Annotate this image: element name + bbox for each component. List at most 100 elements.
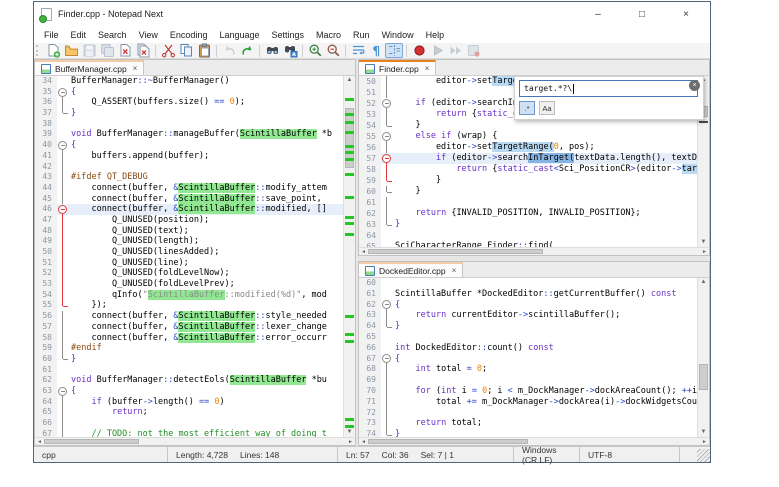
line-number[interactable]: 58	[35, 333, 57, 344]
replace-button[interactable]	[281, 43, 299, 58]
code-line[interactable]: 63{	[35, 386, 343, 397]
horizontal-scrollbar[interactable]: ◄ ►	[359, 247, 709, 255]
line-number[interactable]: 62	[359, 208, 381, 219]
scroll-down-icon[interactable]: ▼	[698, 238, 709, 247]
code-line[interactable]: 64}	[359, 321, 697, 332]
scrollbar-thumb[interactable]	[368, 439, 528, 444]
cut-button[interactable]	[159, 43, 177, 58]
line-number[interactable]: 62	[359, 300, 381, 311]
line-number[interactable]: 57	[359, 153, 381, 164]
line-number[interactable]: 56	[359, 142, 381, 153]
menu-file[interactable]: File	[38, 28, 65, 42]
status-document-info[interactable]: Length: 4,728 Lines: 148	[167, 447, 337, 462]
line-number[interactable]: 36	[35, 97, 57, 108]
line-number[interactable]: 54	[35, 290, 57, 301]
code-editor[interactable]: 34BufferManager::~BufferManager()35{36 Q…	[35, 76, 355, 437]
line-number[interactable]: 64	[35, 397, 57, 408]
code-line[interactable]: 49 Q_UNUSED(length);	[35, 236, 343, 247]
code-line[interactable]: 63 return currentEditor->scintillaBuffer…	[359, 310, 697, 321]
line-number[interactable]: 65	[35, 407, 57, 418]
line-number[interactable]: 65	[359, 332, 381, 343]
code-line[interactable]: 56 editor->setTargetRange(0, pos);	[359, 142, 697, 153]
code-line[interactable]: 62{	[359, 300, 697, 311]
open-file-button[interactable]	[62, 43, 80, 58]
line-number[interactable]: 55	[35, 300, 57, 311]
line-number[interactable]: 45	[35, 194, 57, 205]
menu-search[interactable]: Search	[92, 28, 133, 42]
zoom-out-button[interactable]	[324, 43, 342, 58]
code-line[interactable]: 51 Q_UNUSED(line);	[35, 258, 343, 269]
vertical-scrollbar[interactable]: ▲ ▼	[343, 76, 355, 437]
tab-close-icon[interactable]: ×	[452, 266, 457, 275]
code-line[interactable]: 59#endif	[35, 343, 343, 354]
code-editor[interactable]: 50 editor->setTargetRange5152 if (editor…	[359, 76, 709, 247]
menu-edit[interactable]: Edit	[65, 28, 93, 42]
line-number[interactable]: 58	[359, 164, 381, 175]
line-number[interactable]: 66	[359, 343, 381, 354]
line-number[interactable]: 70	[359, 386, 381, 397]
code-line[interactable]: 36 Q_ASSERT(buffers.size() == 0);	[35, 97, 343, 108]
record-macro-button[interactable]	[410, 43, 428, 58]
line-number[interactable]: 63	[359, 219, 381, 230]
line-number[interactable]: 66	[35, 418, 57, 429]
menu-run[interactable]: Run	[347, 28, 376, 42]
line-number[interactable]: 39	[35, 129, 57, 140]
line-number[interactable]: 38	[35, 119, 57, 130]
line-number[interactable]: 41	[35, 151, 57, 162]
line-number[interactable]: 43	[35, 172, 57, 183]
code-line[interactable]: 60 }	[359, 186, 697, 197]
scroll-right-icon[interactable]: ►	[346, 438, 355, 446]
code-line[interactable]: 60}	[35, 354, 343, 365]
paste-button[interactable]	[195, 43, 213, 58]
line-number[interactable]: 53	[359, 109, 381, 120]
code-line[interactable]: 62void BufferManager::detectEols(Scintil…	[35, 375, 343, 386]
fold-marker-icon[interactable]	[381, 153, 393, 164]
code-line[interactable]: 34BufferManager::~BufferManager()	[35, 76, 343, 87]
code-line[interactable]: 62 return {INVALID_POSITION, INVALID_POS…	[359, 208, 697, 219]
line-number[interactable]: 42	[35, 162, 57, 173]
menu-macro[interactable]: Macro	[310, 28, 347, 42]
status-eol-format[interactable]: Windows (CR LF)	[513, 447, 579, 462]
line-number[interactable]: 64	[359, 230, 381, 241]
code-line[interactable]: 44 connect(buffer, &ScintillaBuffer::mod…	[35, 183, 343, 194]
code-line[interactable]: 60	[359, 278, 697, 289]
code-line[interactable]: 47 Q_UNUSED(position);	[35, 215, 343, 226]
regex-toggle-button[interactable]: .*	[519, 101, 535, 115]
clear-search-icon[interactable]: ×	[689, 80, 700, 91]
code-line[interactable]: 74}	[359, 429, 697, 437]
line-number[interactable]: 52	[359, 98, 381, 109]
fold-marker-icon[interactable]	[381, 300, 393, 311]
fold-marker-icon[interactable]	[381, 354, 393, 365]
scroll-down-icon[interactable]: ▼	[344, 428, 355, 437]
code-line[interactable]: 40{	[35, 140, 343, 151]
fold-marker-icon[interactable]	[57, 386, 69, 397]
new-file-button[interactable]	[44, 43, 62, 58]
code-line[interactable]: 59 }	[359, 175, 697, 186]
code-line[interactable]: 38	[35, 119, 343, 130]
horizontal-scrollbar[interactable]: ◄ ►	[35, 437, 355, 445]
line-number[interactable]: 34	[35, 76, 57, 87]
search-input[interactable]: target.*?\	[519, 80, 698, 97]
line-number[interactable]: 69	[359, 375, 381, 386]
line-number[interactable]: 62	[35, 375, 57, 386]
fold-marker-icon[interactable]	[57, 87, 69, 98]
code-line[interactable]: 67{	[359, 354, 697, 365]
code-line[interactable]: 39void BufferManager::manageBuffer(Scint…	[35, 129, 343, 140]
vertical-scrollbar[interactable]: ▲ ▼	[697, 278, 709, 437]
code-line[interactable]: 68 int total = 0;	[359, 364, 697, 375]
scroll-down-icon[interactable]: ▼	[698, 428, 709, 437]
menu-settings[interactable]: Settings	[266, 28, 311, 42]
scroll-right-icon[interactable]: ►	[700, 248, 709, 256]
line-number[interactable]: 55	[359, 131, 381, 142]
close-all-button[interactable]	[134, 43, 152, 58]
titlebar[interactable]: Finder.cpp - Notepad Next – □ ×	[34, 2, 710, 26]
scroll-left-icon[interactable]: ◄	[359, 438, 368, 446]
code-line[interactable]: 46 connect(buffer, &ScintillaBuffer::mod…	[35, 204, 343, 215]
line-number[interactable]: 60	[35, 354, 57, 365]
menu-language[interactable]: Language	[213, 28, 265, 42]
code-line[interactable]: 54 qInfo("ScintillaBuffer::modified(%d)"…	[35, 290, 343, 301]
line-number[interactable]: 71	[359, 397, 381, 408]
line-number[interactable]: 53	[35, 279, 57, 290]
code-line[interactable]: 58 connect(buffer, &ScintillaBuffer::err…	[35, 333, 343, 344]
line-number[interactable]: 35	[35, 87, 57, 98]
